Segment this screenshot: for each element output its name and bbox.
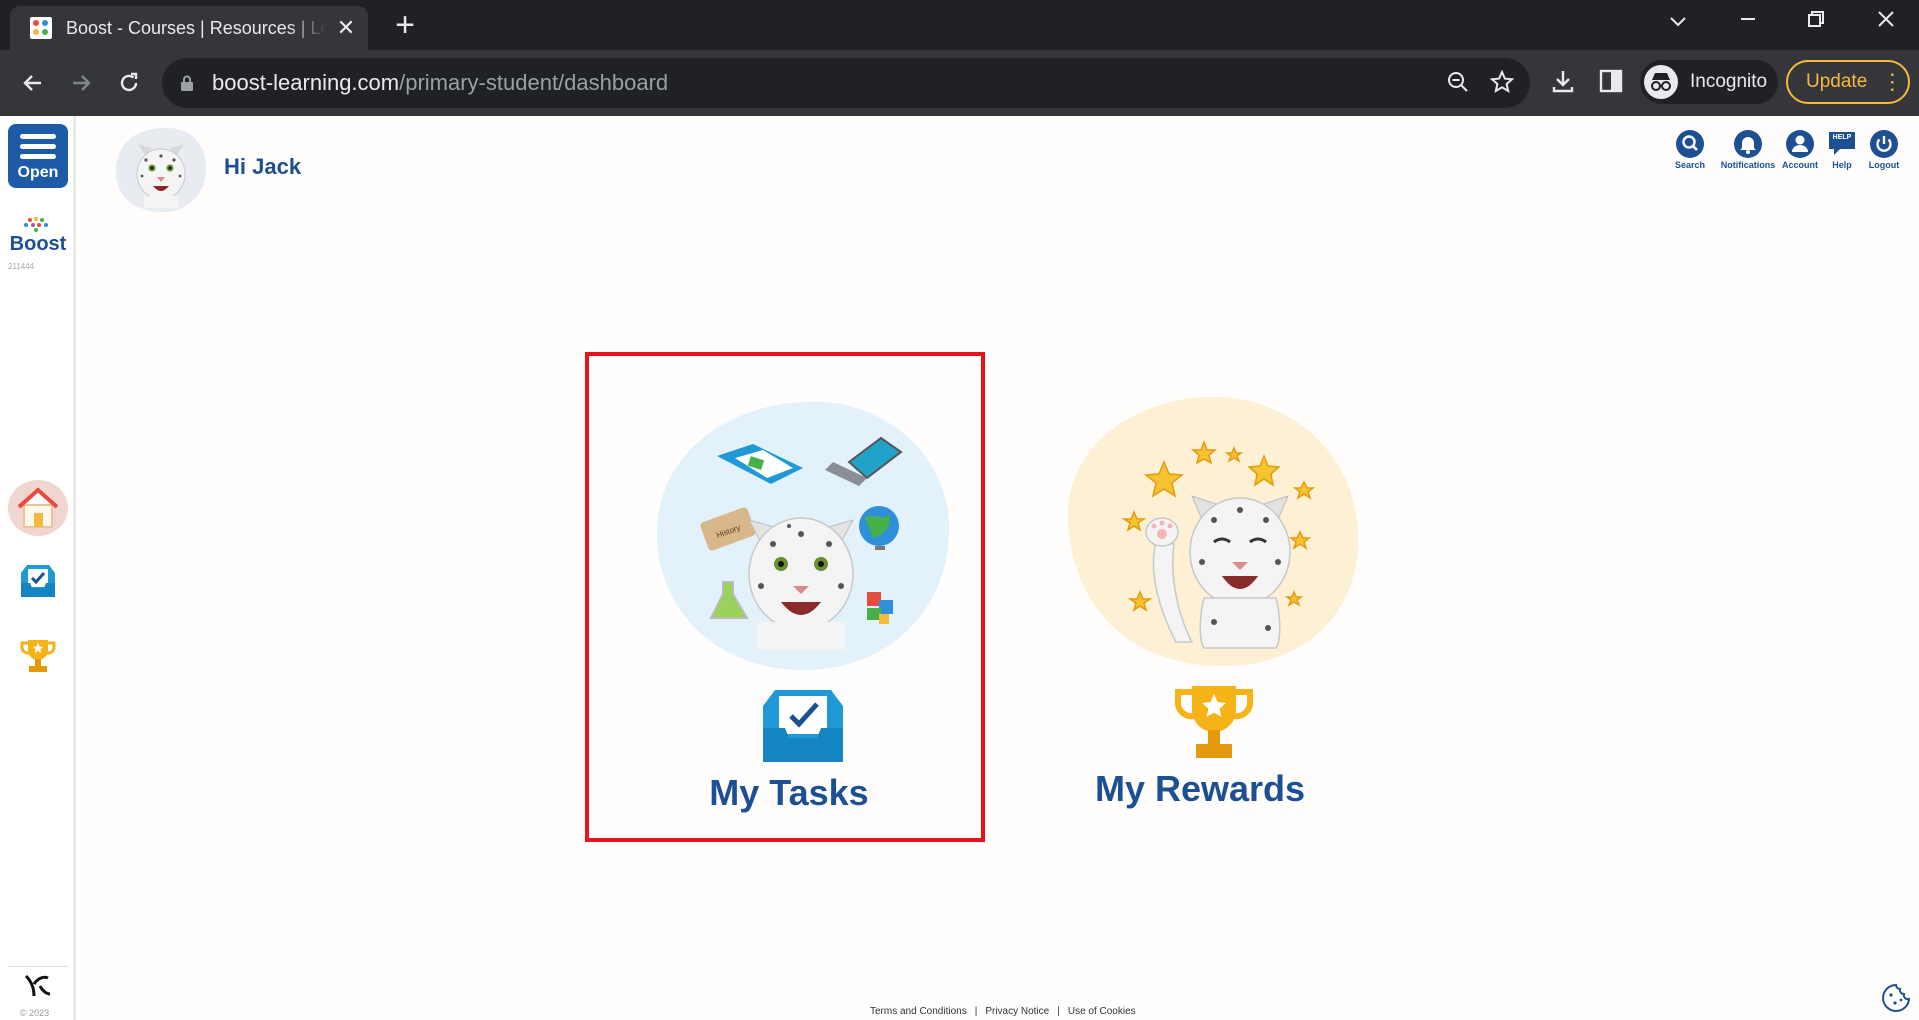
footer-separator: |: [1057, 1006, 1060, 1017]
sidebar-divider: [8, 966, 68, 967]
address-bar[interactable]: boost-learning.com/primary-student/dashb…: [162, 58, 1530, 108]
boost-logo[interactable]: Boost: [6, 216, 70, 256]
boost-wordmark: Boost: [9, 233, 67, 255]
cookies-link[interactable]: Use of Cookies: [1068, 1006, 1136, 1017]
update-button[interactable]: Update ⋮: [1786, 60, 1910, 104]
search-icon: [1676, 130, 1704, 158]
avatar[interactable]: [112, 124, 210, 216]
tab-search-chevron-icon[interactable]: [1658, 8, 1698, 34]
tab-title: Boost - Courses | Resources | Lessons: [66, 17, 326, 38]
lock-icon: [181, 75, 193, 91]
logout-button[interactable]: Logout: [1860, 130, 1908, 170]
logout-label: Logout: [1868, 160, 1900, 170]
my-rewards-card[interactable]: My Rewards: [1000, 352, 1400, 842]
close-tab-icon[interactable]: ✕: [334, 15, 358, 41]
help-badge-text: HELP: [1832, 134, 1852, 141]
my-rewards-title: My Rewards: [1094, 768, 1306, 809]
restore-icon[interactable]: [1796, 8, 1836, 34]
close-window-icon[interactable]: [1866, 8, 1906, 34]
cookie-settings-icon[interactable]: [1880, 982, 1912, 1014]
help-button[interactable]: HELP Help: [1820, 130, 1864, 170]
browser-tab[interactable]: Boost - Courses | Resources | Lessons ✕: [10, 6, 368, 50]
notifications-button[interactable]: Notifications: [1720, 130, 1776, 170]
download-icon[interactable]: [1548, 68, 1578, 98]
power-icon: [1870, 130, 1898, 158]
bell-icon: [1734, 130, 1762, 158]
footer-separator: |: [974, 1006, 978, 1017]
terms-link[interactable]: Terms and Conditions: [870, 1006, 967, 1017]
sidebar-item-tasks[interactable]: [6, 550, 70, 614]
account-button[interactable]: Account: [1776, 130, 1824, 170]
reload-icon[interactable]: [110, 64, 148, 102]
bookmark-star-icon[interactable]: [1488, 69, 1516, 98]
sidebar-item-home[interactable]: [6, 476, 70, 540]
notifications-label: Notifications: [1720, 160, 1776, 170]
account-icon: [1786, 130, 1814, 158]
sidebar: Open Boost 211444 © 2023: [0, 116, 76, 1020]
tasks-illustration: History: [656, 401, 950, 671]
back-icon[interactable]: [14, 64, 52, 102]
snow-leopard-avatar-icon: [115, 127, 207, 213]
url-text: boost-learning.com/primary-student/dashb…: [212, 70, 669, 95]
update-label: Update: [1806, 71, 1868, 92]
help-icon: HELP: [1828, 130, 1856, 158]
open-menu-button[interactable]: Open: [8, 124, 68, 188]
my-tasks-card[interactable]: History My Tasks: [585, 352, 985, 842]
open-label: Open: [17, 164, 59, 181]
privacy-link[interactable]: Privacy Notice: [985, 1006, 1049, 1017]
greeting: Hi Jack: [224, 154, 302, 179]
incognito-label: Incognito: [1690, 71, 1768, 92]
hamburger-icon: [20, 134, 56, 139]
new-tab-button[interactable]: +: [390, 8, 420, 42]
trophy-icon: [1174, 686, 1254, 758]
help-label: Help: [1832, 160, 1852, 170]
search-button[interactable]: Search: [1666, 130, 1714, 170]
footer-links: Terms and Conditions | Privacy Notice | Use …: [866, 1006, 1140, 1017]
incognito-icon: [1644, 65, 1678, 99]
hamburger-icon-bar: [20, 154, 56, 159]
home-icon: [8, 480, 68, 536]
boost-dots-icon: [24, 217, 48, 232]
tasks-inbox-icon: [21, 565, 55, 597]
account-label: Account: [1782, 160, 1818, 170]
more-menu-icon[interactable]: ⋮: [1881, 69, 1903, 95]
zoom-out-icon[interactable]: [1444, 70, 1472, 98]
school-id: 211444: [8, 262, 35, 271]
forward-icon[interactable]: [62, 64, 100, 102]
hamburger-icon-bar: [20, 144, 56, 149]
search-label: Search: [1674, 160, 1706, 170]
sidebar-item-rewards[interactable]: [6, 624, 70, 688]
my-tasks-title: My Tasks: [709, 772, 869, 813]
publisher-logo: [20, 972, 54, 1000]
rewards-illustration: [1067, 396, 1359, 667]
tasks-inbox-icon: [763, 690, 843, 762]
copyright: © 2023: [20, 1008, 50, 1018]
browser-toolbar: boost-learning.com/primary-student/dashb…: [0, 50, 1919, 116]
boost-favicon-icon: [30, 17, 52, 39]
dashboard-page: Open Boost 211444 © 2023 Hi Jack Search …: [0, 116, 1919, 1020]
side-panel-icon[interactable]: [1596, 68, 1626, 98]
browser-tab-bar: Boost - Courses | Resources | Lessons ✕ …: [0, 0, 1919, 50]
minimize-icon[interactable]: [1728, 8, 1768, 34]
trophy-icon: [20, 640, 56, 672]
incognito-profile-button[interactable]: Incognito: [1640, 60, 1778, 104]
